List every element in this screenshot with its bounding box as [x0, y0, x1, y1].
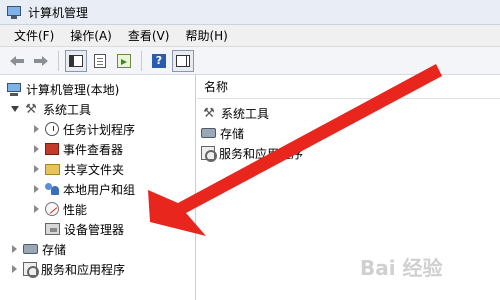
watermark: Bai 经验: [360, 256, 443, 280]
computer-management-icon: [6, 4, 22, 20]
tree-item-task-scheduler[interactable]: 任务计划程序: [32, 119, 135, 139]
column-header-label: 名称: [204, 80, 229, 94]
title-bar: 计算机管理: [0, 0, 500, 25]
tools-icon: ⚒: [25, 101, 37, 117]
tree-item-device-manager[interactable]: 设备管理器: [32, 219, 124, 239]
collapse-arrow-icon[interactable]: [32, 204, 42, 214]
tree-item-label: 事件查看器: [63, 142, 124, 157]
tree-item-label: 共享文件夹: [64, 162, 125, 177]
collapse-arrow-icon[interactable]: [10, 264, 20, 274]
services-icon: [23, 262, 39, 278]
list-item-label: 存储: [220, 126, 245, 141]
tree-item-performance[interactable]: 性能: [32, 199, 87, 219]
tree-item-label: 设备管理器: [64, 222, 125, 237]
tree-item-label: 任务计划程序: [63, 122, 136, 137]
services-icon: [201, 146, 217, 162]
list-item-label: 系统工具: [221, 106, 270, 121]
menu-help[interactable]: 帮助(H): [177, 26, 235, 46]
export-list-button[interactable]: [113, 50, 135, 72]
tree-item-services-apps[interactable]: 服务和应用程序: [10, 259, 125, 279]
menu-file[interactable]: 文件(F): [6, 26, 62, 46]
show-hide-console-tree-button[interactable]: [65, 49, 87, 72]
tree-item-label: 服务和应用程序: [41, 262, 126, 277]
collapse-arrow-icon[interactable]: [32, 124, 42, 134]
performance-icon: [45, 202, 59, 216]
action-pane-icon: [176, 54, 190, 67]
list-item-label: 服务和应用程序: [219, 146, 304, 161]
toolbar-separator: [141, 50, 142, 71]
expand-arrow-icon[interactable]: [10, 104, 20, 114]
document-icon: [94, 53, 106, 68]
list-item[interactable]: ⚒ 系统工具: [201, 103, 269, 123]
menu-view[interactable]: 查看(V): [120, 26, 178, 46]
tree-item-event-viewer[interactable]: 事件查看器: [32, 139, 123, 159]
help-icon: ?: [152, 53, 166, 68]
properties-button[interactable]: [89, 50, 111, 72]
tree-item-root[interactable]: 计算机管理(本地): [6, 79, 119, 99]
tree-item-label: 计算机管理(本地): [26, 82, 120, 97]
computer-icon: [6, 81, 22, 97]
back-button[interactable]: [6, 50, 28, 72]
toolbar: ?: [0, 47, 500, 75]
tree-item-label: 存储: [42, 242, 67, 257]
console-tree-icon: [69, 54, 83, 67]
tree-item-system-tools[interactable]: ⚒ 系统工具: [10, 99, 91, 119]
collapse-arrow-icon[interactable]: [32, 184, 42, 194]
tree-item-label: 性能: [63, 202, 88, 217]
column-header-name[interactable]: 名称: [197, 75, 500, 99]
list-item[interactable]: 服务和应用程序: [201, 143, 303, 163]
show-hide-action-pane-button[interactable]: [172, 49, 194, 72]
collapse-arrow-icon[interactable]: [32, 144, 42, 154]
device-manager-icon: [45, 223, 60, 235]
collapse-arrow-icon[interactable]: [32, 164, 42, 174]
export-icon: [117, 53, 131, 68]
forward-button[interactable]: [30, 50, 52, 72]
menu-action[interactable]: 操作(A): [62, 26, 120, 46]
window-title: 计算机管理: [28, 5, 89, 20]
folder-icon: [45, 163, 60, 175]
collapse-arrow-icon[interactable]: [10, 244, 20, 254]
console-tree: 计算机管理(本地) ⚒ 系统工具 任务计划程序 事件查看器 共享文件夹 本地用户…: [0, 75, 196, 300]
tools-icon: ⚒: [203, 105, 215, 121]
list-item[interactable]: 存储: [201, 123, 244, 143]
back-arrow-icon: [10, 55, 24, 66]
clock-icon: [45, 122, 59, 136]
tree-item-label: 系统工具: [43, 102, 92, 117]
details-pane: 名称 ⚒ 系统工具 存储 服务和应用程序: [197, 75, 500, 300]
event-viewer-icon: [45, 143, 59, 155]
forward-arrow-icon: [34, 55, 48, 66]
help-button[interactable]: ?: [148, 50, 170, 72]
tree-item-shared-folders[interactable]: 共享文件夹: [32, 159, 124, 179]
tree-item-local-users-groups[interactable]: 本地用户和组: [32, 179, 135, 199]
users-icon: [45, 182, 59, 196]
storage-icon: [201, 128, 216, 138]
tree-item-storage[interactable]: 存储: [10, 239, 66, 259]
storage-icon: [23, 244, 38, 254]
menu-bar: 文件(F) 操作(A) 查看(V) 帮助(H): [0, 25, 500, 47]
tree-item-label: 本地用户和组: [63, 182, 136, 197]
toolbar-separator: [58, 50, 59, 71]
